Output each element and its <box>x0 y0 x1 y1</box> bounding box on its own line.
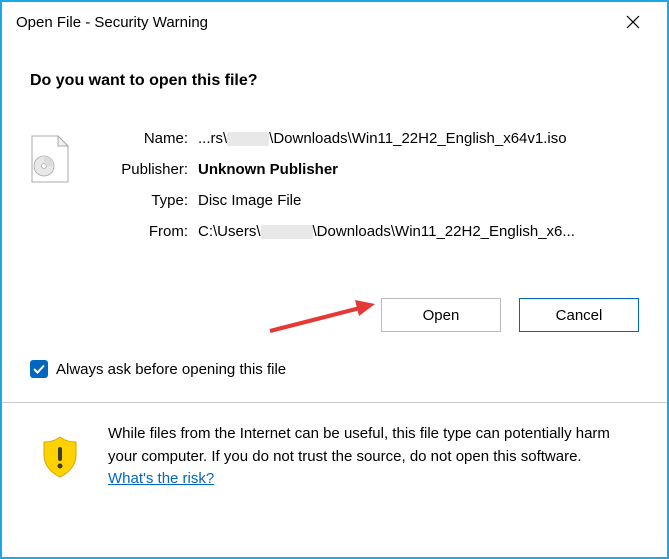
publisher-value: Unknown Publisher <box>198 161 639 178</box>
warning-text: While files from the Internet can be use… <box>108 423 631 491</box>
dialog-content: Do you want to open this file? Name: <box>2 42 667 557</box>
always-ask-label: Always ask before opening this file <box>56 361 286 378</box>
open-button[interactable]: Open <box>381 298 501 332</box>
file-icon-column <box>30 130 108 184</box>
disc-image-file-icon <box>30 134 70 184</box>
name-value: ...rs\\Downloads\Win11_22H2_English_x64v… <box>198 130 639 147</box>
cancel-button[interactable]: Cancel <box>519 298 639 332</box>
from-value: C:\Users\\Downloads\Win11_22H2_English_x… <box>198 223 639 240</box>
annotation-arrow-icon <box>265 296 385 339</box>
warning-section: While files from the Internet can be use… <box>30 403 639 511</box>
window-title: Open File - Security Warning <box>16 14 208 31</box>
file-info-section: Name: ...rs\\Downloads\Win11_22H2_Englis… <box>30 130 639 254</box>
whats-the-risk-link[interactable]: What's the risk? <box>108 470 214 487</box>
file-details: Name: ...rs\\Downloads\Win11_22H2_Englis… <box>108 130 639 254</box>
redacted-username <box>261 225 313 239</box>
warning-message: While files from the Internet can be use… <box>108 425 610 465</box>
always-ask-checkbox-row[interactable]: Always ask before opening this file <box>30 360 639 378</box>
checkmark-icon <box>33 364 45 374</box>
warning-shield-icon <box>41 435 79 482</box>
always-ask-checkbox[interactable] <box>30 360 48 378</box>
name-row: Name: ...rs\\Downloads\Win11_22H2_Englis… <box>108 130 639 147</box>
publisher-label: Publisher: <box>108 161 198 178</box>
type-value: Disc Image File <box>198 192 639 209</box>
redacted-username <box>227 132 269 146</box>
from-row: From: C:\Users\\Downloads\Win11_22H2_Eng… <box>108 223 639 240</box>
type-row: Type: Disc Image File <box>108 192 639 209</box>
dialog-heading: Do you want to open this file? <box>30 72 639 90</box>
titlebar: Open File - Security Warning <box>2 2 667 42</box>
button-row: Open Cancel <box>30 298 639 332</box>
publisher-row: Publisher: Unknown Publisher <box>108 161 639 178</box>
shield-column <box>30 423 90 482</box>
type-label: Type: <box>108 192 198 209</box>
close-icon <box>626 15 640 29</box>
from-label: From: <box>108 223 198 240</box>
close-button[interactable] <box>613 7 653 37</box>
name-label: Name: <box>108 130 198 147</box>
security-warning-dialog: Open File - Security Warning Do you want… <box>0 0 669 559</box>
